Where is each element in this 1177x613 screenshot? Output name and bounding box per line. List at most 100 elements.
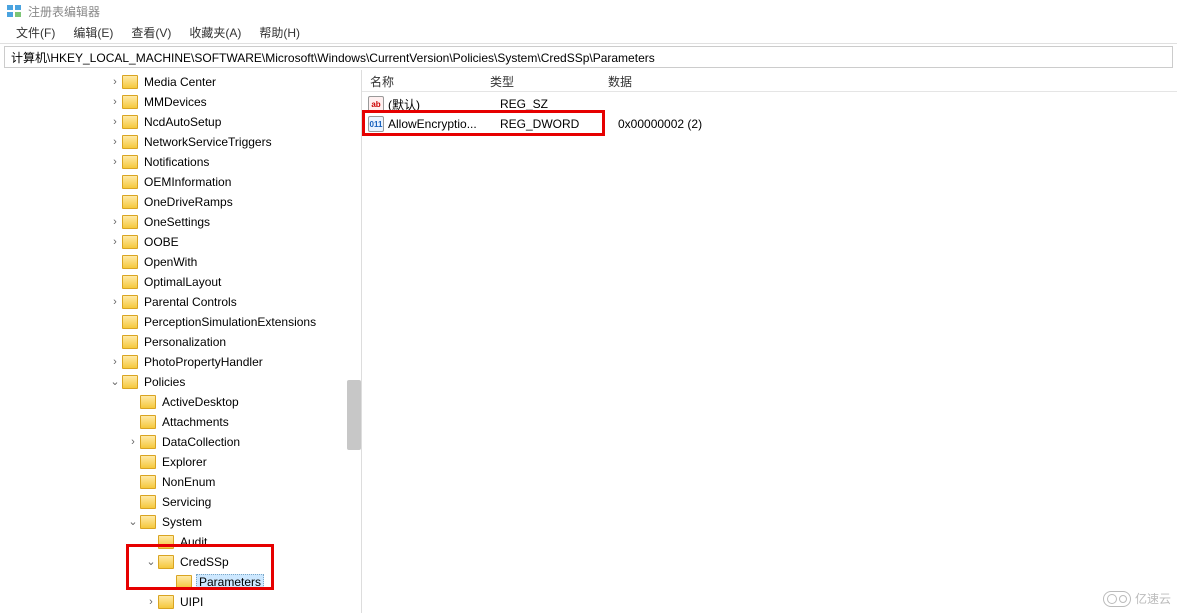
tree-item[interactable]: MMDevices: [0, 92, 361, 112]
menu-file[interactable]: 文件(F): [8, 22, 63, 43]
tree-item[interactable]: OOBE: [0, 232, 361, 252]
chevron-right-icon[interactable]: [108, 235, 122, 249]
tree-item-label: NcdAutoSetup: [142, 115, 223, 129]
col-type[interactable]: 类型: [482, 70, 600, 91]
tree-item-label: ActiveDesktop: [160, 395, 241, 409]
values-pane[interactable]: 名称 类型 数据 ab(默认)REG_SZ011AllowEncryptio..…: [362, 70, 1177, 613]
window-title: 注册表编辑器: [28, 3, 100, 20]
tree-item-label: CredSSp: [178, 555, 231, 569]
values-list[interactable]: ab(默认)REG_SZ011AllowEncryptio...REG_DWOR…: [362, 92, 1177, 134]
tree-item[interactable]: CredSSp: [0, 552, 361, 572]
tree-item[interactable]: Notifications: [0, 152, 361, 172]
tree-item[interactable]: Parental Controls: [0, 292, 361, 312]
folder-icon: [122, 235, 138, 249]
watermark-icon: [1103, 591, 1131, 607]
tree-item[interactable]: Media Center: [0, 72, 361, 92]
chevron-right-icon[interactable]: [144, 595, 158, 609]
col-data[interactable]: 数据: [600, 70, 1177, 91]
folder-icon: [122, 275, 138, 289]
tree-item[interactable]: ActiveDesktop: [0, 392, 361, 412]
tree-item[interactable]: OEMInformation: [0, 172, 361, 192]
chevron-down-icon[interactable]: [126, 515, 140, 529]
value-data: 0x00000002 (2): [618, 117, 1177, 131]
tree-item[interactable]: Audit: [0, 532, 361, 552]
tree-item-label: OneDriveRamps: [142, 195, 235, 209]
tree-item[interactable]: OptimalLayout: [0, 272, 361, 292]
main-split: Media Center MMDevices NcdAutoSetup Network…: [0, 70, 1177, 613]
watermark-text: 亿速云: [1135, 590, 1171, 607]
tree-item[interactable]: NcdAutoSetup: [0, 112, 361, 132]
chevron-right-icon[interactable]: [108, 295, 122, 309]
value-name: (默认): [388, 96, 500, 113]
address-bar[interactable]: 计算机\HKEY_LOCAL_MACHINE\SOFTWARE\Microsof…: [4, 46, 1173, 68]
chevron-right-icon[interactable]: [108, 115, 122, 129]
folder-icon: [122, 315, 138, 329]
tree-item[interactable]: Servicing: [0, 492, 361, 512]
tree-item[interactable]: OneDriveRamps: [0, 192, 361, 212]
registry-tree[interactable]: Media Center MMDevices NcdAutoSetup Network…: [0, 70, 361, 612]
menu-favorites[interactable]: 收藏夹(A): [181, 22, 249, 43]
tree-item[interactable]: NetworkServiceTriggers: [0, 132, 361, 152]
value-type: REG_DWORD: [500, 117, 618, 131]
tree-item-label: Audit: [178, 535, 209, 549]
chevron-down-icon[interactable]: [144, 555, 158, 569]
tree-item-label: Media Center: [142, 75, 218, 89]
tree-pane[interactable]: Media Center MMDevices NcdAutoSetup Network…: [0, 70, 362, 613]
tree-item-label: OpenWith: [142, 255, 199, 269]
tree-item[interactable]: OneSettings: [0, 212, 361, 232]
tree-item[interactable]: Policies: [0, 372, 361, 392]
folder-icon: [140, 415, 156, 429]
chevron-right-icon[interactable]: [108, 215, 122, 229]
folder-icon: [158, 535, 174, 549]
col-name[interactable]: 名称: [362, 70, 482, 91]
value-row[interactable]: ab(默认)REG_SZ: [362, 94, 1177, 114]
folder-icon: [176, 575, 192, 589]
folder-icon: [140, 395, 156, 409]
chevron-right-icon[interactable]: [108, 155, 122, 169]
chevron-right-icon[interactable]: [126, 435, 140, 449]
tree-item[interactable]: UIPI: [0, 592, 361, 612]
value-row[interactable]: 011AllowEncryptio...REG_DWORD0x00000002 …: [362, 114, 1177, 134]
tree-item-label: OOBE: [142, 235, 181, 249]
menu-help[interactable]: 帮助(H): [251, 22, 308, 43]
tree-scrollbar-thumb[interactable]: [347, 380, 361, 450]
tree-item-label: System: [160, 515, 204, 529]
tree-item[interactable]: System: [0, 512, 361, 532]
menu-bar: 文件(F) 编辑(E) 查看(V) 收藏夹(A) 帮助(H): [0, 22, 1177, 44]
tree-item-label: PerceptionSimulationExtensions: [142, 315, 318, 329]
value-name: AllowEncryptio...: [388, 117, 500, 131]
tree-item[interactable]: OpenWith: [0, 252, 361, 272]
tree-item[interactable]: PhotoPropertyHandler: [0, 352, 361, 372]
folder-icon: [122, 155, 138, 169]
tree-item[interactable]: NonEnum: [0, 472, 361, 492]
chevron-right-icon[interactable]: [108, 75, 122, 89]
tree-item[interactable]: PerceptionSimulationExtensions: [0, 312, 361, 332]
menu-view[interactable]: 查看(V): [123, 22, 179, 43]
tree-item[interactable]: Explorer: [0, 452, 361, 472]
tree-item[interactable]: Attachments: [0, 412, 361, 432]
chevron-right-icon[interactable]: [108, 355, 122, 369]
folder-icon: [140, 495, 156, 509]
tree-item[interactable]: Personalization: [0, 332, 361, 352]
folder-icon: [122, 95, 138, 109]
address-path: 计算机\HKEY_LOCAL_MACHINE\SOFTWARE\Microsof…: [11, 49, 655, 66]
tree-item[interactable]: Parameters: [0, 572, 361, 592]
chevron-down-icon[interactable]: [108, 375, 122, 389]
watermark: 亿速云: [1103, 590, 1171, 607]
folder-icon: [122, 195, 138, 209]
folder-icon: [122, 75, 138, 89]
folder-icon: [122, 295, 138, 309]
folder-icon: [140, 455, 156, 469]
folder-icon: [140, 515, 156, 529]
chevron-right-icon[interactable]: [108, 95, 122, 109]
chevron-right-icon[interactable]: [108, 135, 122, 149]
folder-icon: [158, 595, 174, 609]
folder-icon: [122, 175, 138, 189]
tree-item-label: Personalization: [142, 335, 228, 349]
tree-item-label: Attachments: [160, 415, 231, 429]
folder-icon: [140, 475, 156, 489]
title-bar: 注册表编辑器: [0, 0, 1177, 22]
tree-item[interactable]: DataCollection: [0, 432, 361, 452]
menu-edit[interactable]: 编辑(E): [65, 22, 121, 43]
values-header[interactable]: 名称 类型 数据: [362, 70, 1177, 92]
